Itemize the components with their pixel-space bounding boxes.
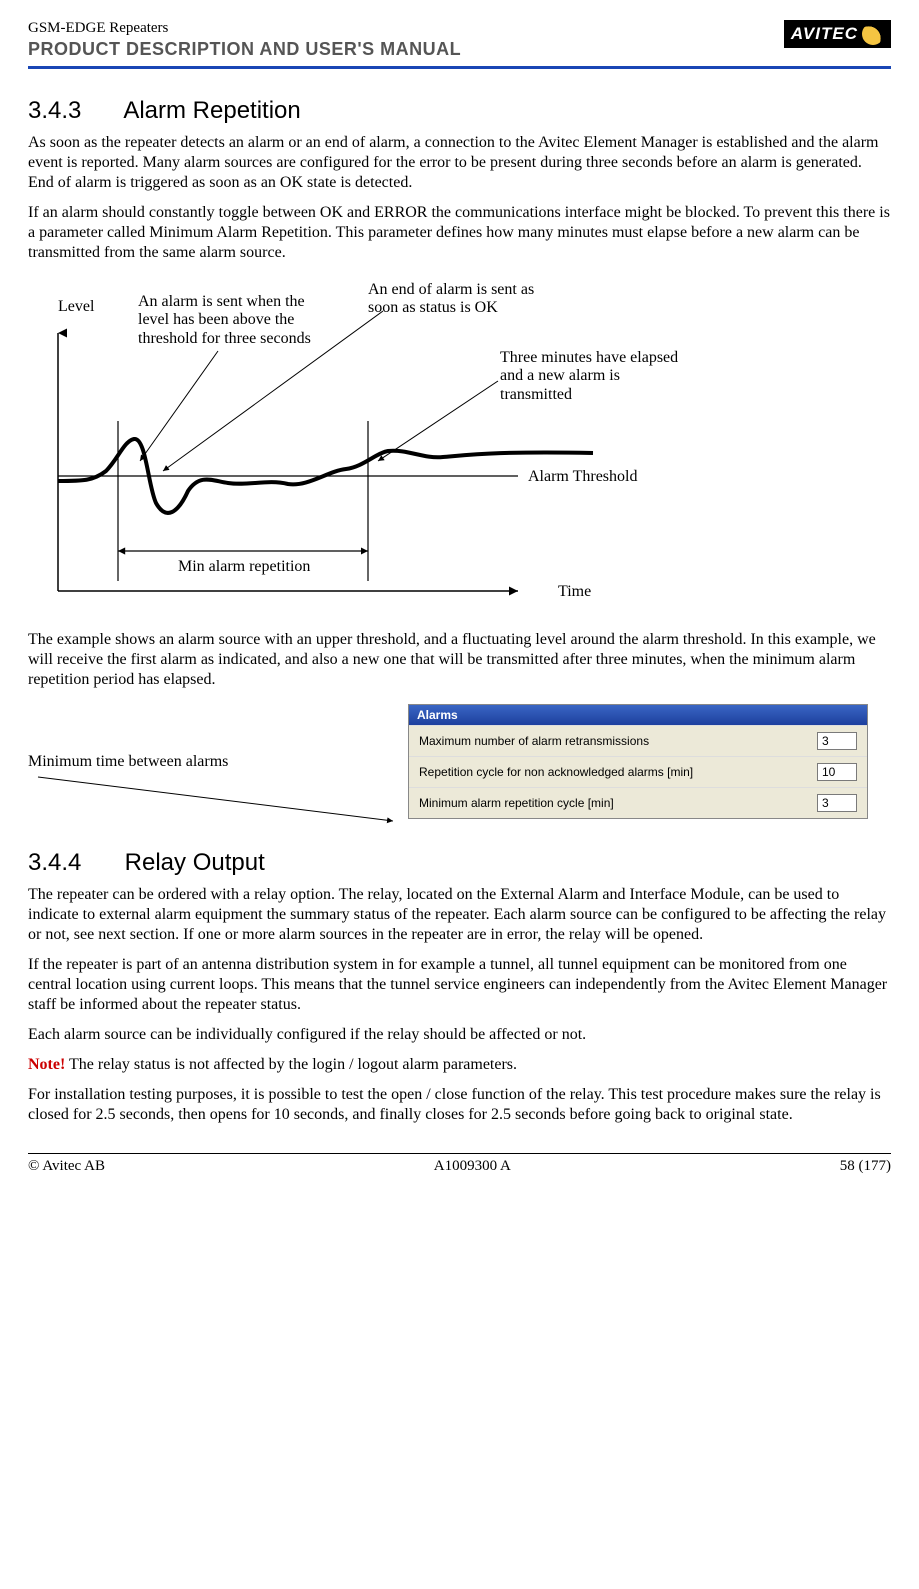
alarm-min-rep-cycle-input[interactable]: 3 xyxy=(817,794,857,812)
alarm-field-label: Repetition cycle for non acknowledged al… xyxy=(419,765,693,779)
footer-left: © Avitec AB xyxy=(28,1158,105,1175)
paragraph: Each alarm source can be individually co… xyxy=(28,1025,891,1045)
page-header: GSM-EDGE Repeaters PRODUCT DESCRIPTION A… xyxy=(28,20,891,60)
page-footer: © Avitec AB A1009300 A 58 (177) xyxy=(28,1158,891,1175)
diagram-threshold-label: Alarm Threshold xyxy=(528,468,637,485)
doc-subtitle: PRODUCT DESCRIPTION AND USER'S MANUAL xyxy=(28,39,784,60)
paragraph: For installation testing purposes, it is… xyxy=(28,1085,891,1125)
pointer-arrow-icon xyxy=(28,769,398,829)
note-label: Note! xyxy=(28,1056,65,1073)
alarm-field-row: Repetition cycle for non acknowledged al… xyxy=(409,756,867,787)
footer-divider xyxy=(28,1153,891,1154)
paragraph: If the repeater is part of an antenna di… xyxy=(28,955,891,1015)
section-number: 3.4.3 xyxy=(28,97,118,125)
note-paragraph: Note! The relay status is not affected b… xyxy=(28,1055,891,1075)
section-title: Relay Output xyxy=(125,849,265,876)
alarm-max-retrans-input[interactable]: 3 xyxy=(817,732,857,750)
diagram-svg: Level Time Alarm Threshold Min alarm rep… xyxy=(28,281,668,611)
header-divider xyxy=(28,66,891,69)
section-title: Alarm Repetition xyxy=(123,97,300,124)
alarm-field-row: Maximum number of alarm retransmissions … xyxy=(409,725,867,756)
alarm-field-label: Minimum alarm repetition cycle [min] xyxy=(419,796,614,810)
diagram-minrep-label: Min alarm repetition xyxy=(178,558,310,575)
paragraph: As soon as the repeater detects an alarm… xyxy=(28,133,891,193)
alarms-panel-title: Alarms xyxy=(409,705,867,725)
alarm-rep-cycle-nonack-input[interactable]: 10 xyxy=(817,763,857,781)
footer-right: 58 (177) xyxy=(840,1158,891,1175)
paragraph: The example shows an alarm source with a… xyxy=(28,630,891,690)
alarm-field-row: Minimum alarm repetition cycle [min] 3 xyxy=(409,787,867,818)
alarm-settings-row: Minimum time between alarms Alarms Maxim… xyxy=(28,704,891,819)
alarm-left-label-block: Minimum time between alarms xyxy=(28,753,328,771)
paragraph: If an alarm should constantly toggle bet… xyxy=(28,203,891,263)
diagram-annot-three-min: Three minutes have elapsed and a new ala… xyxy=(500,349,680,404)
avitec-logo: AVITEC xyxy=(784,20,891,48)
header-left: GSM-EDGE Repeaters PRODUCT DESCRIPTION A… xyxy=(28,20,784,60)
diagram-time-label: Time xyxy=(558,583,591,600)
diagram-annot-end-alarm: An end of alarm is sent as soon as statu… xyxy=(368,281,568,318)
logo-sun-icon xyxy=(862,23,884,45)
doc-title-small: GSM-EDGE Repeaters xyxy=(28,20,784,37)
diagram-annot-alarm-sent: An alarm is sent when the level has been… xyxy=(138,293,318,348)
alarms-panel: Alarms Maximum number of alarm retransmi… xyxy=(408,704,868,819)
section-heading-relay-output: 3.4.4 Relay Output xyxy=(28,849,891,877)
diagram-level-label: Level xyxy=(58,298,95,315)
section-number: 3.4.4 xyxy=(28,849,118,877)
logo-text: AVITEC xyxy=(791,24,858,44)
footer-center: A1009300 A xyxy=(434,1158,511,1175)
alarm-field-label: Maximum number of alarm retransmissions xyxy=(419,734,649,748)
section-heading-alarm-repetition: 3.4.3 Alarm Repetition xyxy=(28,97,891,125)
note-text: The relay status is not affected by the … xyxy=(65,1056,517,1073)
paragraph: The repeater can be ordered with a relay… xyxy=(28,885,891,945)
min-time-label: Minimum time between alarms xyxy=(28,753,228,770)
alarm-repetition-diagram: Level Time Alarm Threshold Min alarm rep… xyxy=(28,281,891,616)
